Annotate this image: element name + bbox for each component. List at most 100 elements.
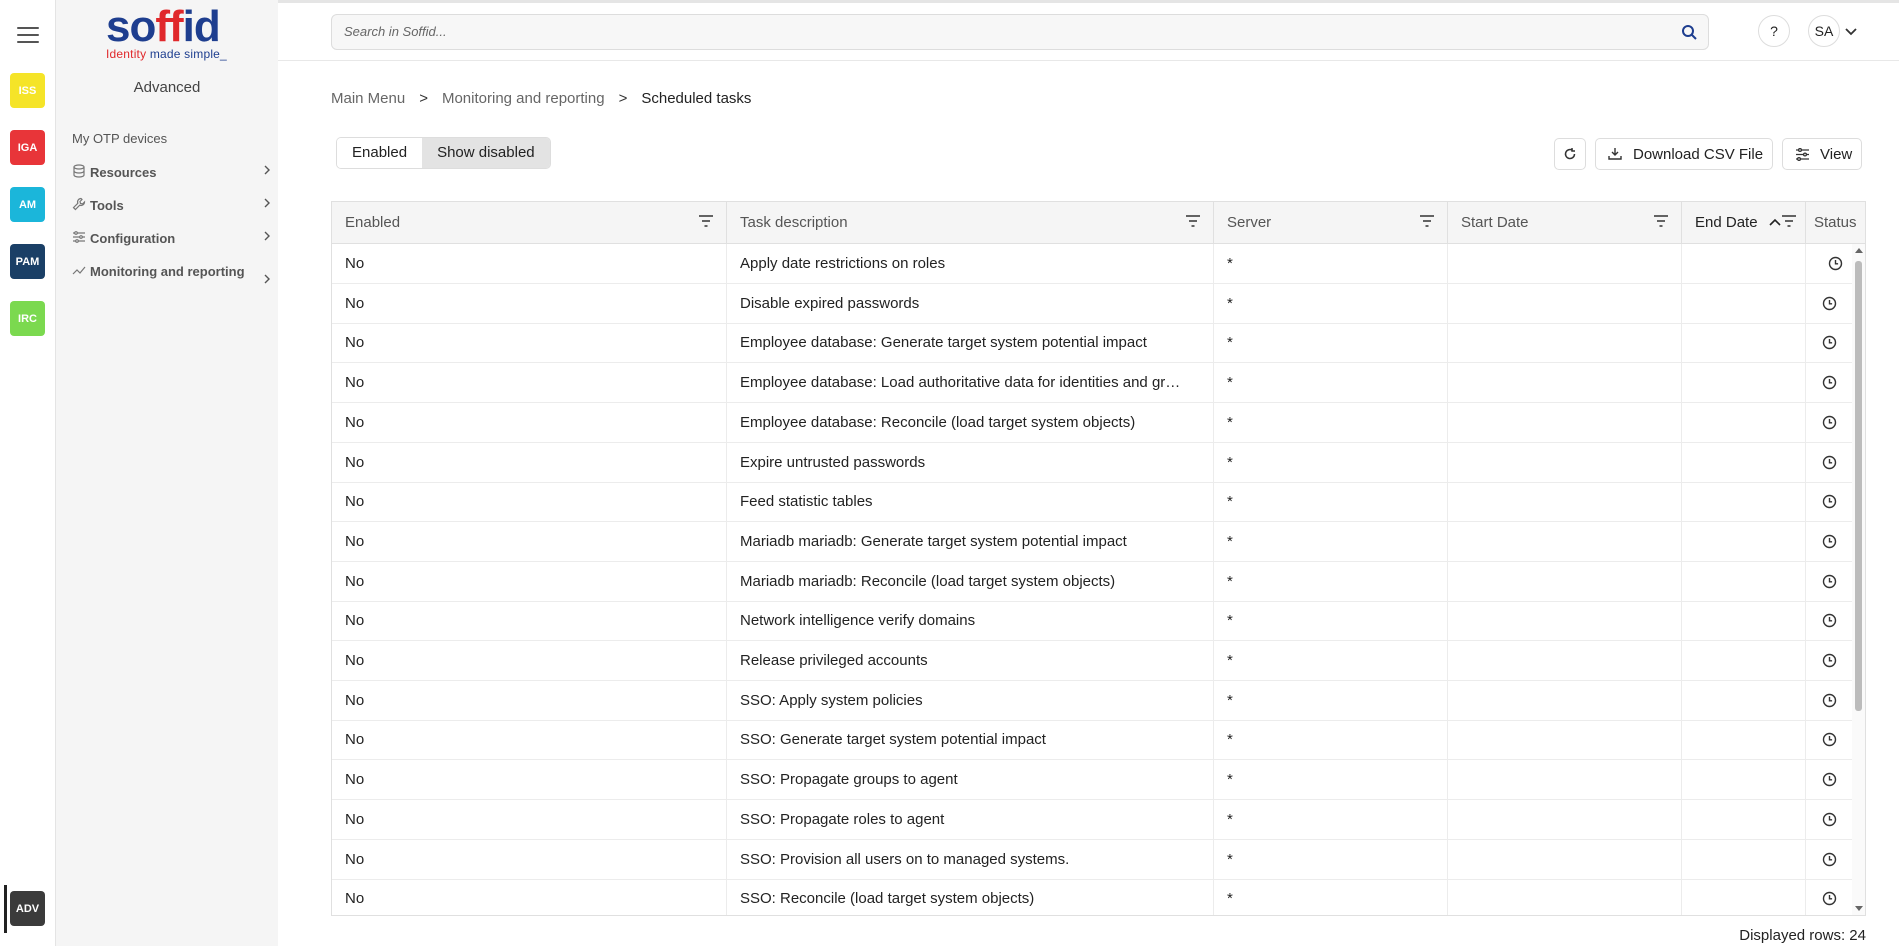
table-row[interactable]: No Feed statistic tables * (332, 482, 1854, 523)
menu-hamburger-icon[interactable] (17, 27, 39, 43)
chevron-right-icon (264, 231, 270, 241)
cell-server: * (1214, 680, 1448, 721)
grid-header: Enabled Task description Server Start Da… (332, 202, 1865, 244)
table-row[interactable]: No SSO: Propagate groups to agent * (332, 760, 1854, 801)
soffid-logo[interactable]: soffid Identity made simple_ (106, 5, 236, 65)
cell-start-date (1448, 283, 1682, 324)
sidebar-item-monitoring[interactable]: Monitoring and reporting (72, 262, 272, 286)
cell-status (1806, 244, 1854, 284)
cell-task-description: Employee database: Generate target syste… (727, 323, 1214, 364)
download-csv-button[interactable]: Download CSV File (1595, 138, 1773, 170)
cell-enabled: No (332, 363, 727, 404)
cell-end-date (1682, 482, 1806, 523)
column-header-start-date[interactable]: Start Date (1448, 202, 1682, 244)
cell-enabled: No (332, 601, 727, 642)
cell-start-date (1448, 601, 1682, 642)
enabled-toggle-button[interactable]: Enabled (337, 138, 423, 168)
app-tile-iss[interactable]: ISS (10, 73, 45, 108)
table-row[interactable]: No SSO: Provision all users on to managed… (332, 839, 1854, 880)
database-icon (73, 164, 85, 178)
scroll-down-arrow[interactable] (1855, 906, 1863, 911)
cell-server: * (1214, 482, 1448, 523)
column-header-server[interactable]: Server (1214, 202, 1448, 244)
cell-end-date (1682, 879, 1806, 915)
sidebar-item-tools[interactable]: Tools (72, 196, 272, 215)
column-header-end-date[interactable]: End Date (1682, 202, 1806, 244)
cell-end-date (1682, 839, 1806, 880)
column-header-task-description[interactable]: Task description (727, 202, 1214, 244)
table-row[interactable]: No Network intelligence verify domains * (332, 601, 1854, 642)
table-row[interactable]: No SSO: Reconcile (load target system obj… (332, 879, 1854, 915)
grid-vertical-scrollbar[interactable] (1852, 244, 1865, 915)
cell-server: * (1214, 760, 1448, 801)
clock-icon (1822, 336, 1837, 350)
sidebar-item-otp-devices[interactable]: My OTP devices (72, 131, 167, 146)
table-row[interactable]: No Employee database: Load authoritative … (332, 363, 1854, 404)
user-avatar[interactable]: SA (1808, 15, 1840, 47)
view-button[interactable]: View (1782, 138, 1862, 170)
breadcrumb: Main Menu > Monitoring and reporting > S… (331, 90, 751, 107)
scrollbar-thumb[interactable] (1855, 261, 1862, 711)
table-row[interactable]: No Release privileged accounts * (332, 641, 1854, 681)
table-row[interactable]: No Mariadb mariadb: Reconcile (load targe… (332, 561, 1854, 602)
table-row[interactable]: No SSO: Propagate roles to agent * (332, 799, 1854, 840)
app-tile-am[interactable]: AM (10, 187, 45, 222)
table-row[interactable]: No SSO: Generate target system potential … (332, 720, 1854, 761)
breadcrumb-monitoring[interactable]: Monitoring and reporting (442, 90, 605, 107)
sidebar-item-label: Configuration (90, 231, 176, 246)
chevron-right-icon (264, 198, 270, 208)
sidebar-item-configuration[interactable]: Configuration (72, 229, 272, 248)
filter-icon[interactable] (1653, 214, 1669, 228)
help-button[interactable]: ? (1758, 15, 1790, 47)
sliders-icon (1796, 147, 1809, 161)
filter-icon[interactable] (1419, 214, 1435, 228)
cell-status (1806, 522, 1854, 562)
table-row[interactable]: No Expire untrusted passwords * (332, 442, 1854, 483)
clock-icon (1822, 296, 1837, 310)
show-disabled-toggle-button[interactable]: Show disabled (422, 138, 550, 168)
cell-status (1806, 760, 1854, 800)
cell-task-description: SSO: Generate target system potential im… (727, 720, 1214, 761)
app-tile-pam[interactable]: PAM (10, 244, 45, 279)
cell-enabled: No (332, 680, 727, 721)
cell-status (1806, 443, 1854, 483)
filter-icon[interactable] (1781, 214, 1797, 228)
sort-ascending-icon[interactable] (1769, 218, 1781, 227)
chevron-down-icon[interactable] (1845, 27, 1857, 36)
cell-status (1806, 482, 1854, 522)
table-row[interactable]: No Employee database: Generate target sys… (332, 323, 1854, 364)
refresh-button[interactable] (1554, 138, 1586, 170)
cell-task-description: Disable expired passwords (727, 283, 1214, 324)
scroll-up-arrow[interactable] (1855, 248, 1863, 253)
table-row[interactable]: No Disable expired passwords * (332, 283, 1854, 324)
cell-status (1806, 403, 1854, 443)
cell-server: * (1214, 402, 1448, 443)
cell-server: * (1214, 561, 1448, 602)
filter-icon[interactable] (1185, 214, 1201, 228)
clock-icon (1822, 614, 1837, 628)
column-header-enabled[interactable]: Enabled (332, 202, 727, 244)
cell-start-date (1448, 482, 1682, 523)
app-tile-irc[interactable]: IRC (10, 301, 45, 336)
search-icon[interactable] (1681, 24, 1698, 41)
column-header-status[interactable]: Status (1806, 202, 1865, 244)
breadcrumb-separator: > (618, 90, 628, 107)
breadcrumb-main-menu[interactable]: Main Menu (331, 90, 405, 107)
table-row[interactable]: No Employee database: Reconcile (load tar… (332, 402, 1854, 443)
app-tile-iga[interactable]: IGA (10, 130, 45, 165)
table-row[interactable]: No Apply date restrictions on roles * (332, 244, 1854, 284)
filter-icon[interactable] (698, 214, 714, 228)
download-icon (1608, 148, 1622, 160)
sidebar-item-resources[interactable]: Resources (72, 163, 272, 182)
app-tile-adv[interactable]: ADV (10, 891, 45, 926)
cell-server: * (1214, 641, 1448, 681)
search-input[interactable] (344, 24, 1644, 39)
table-row[interactable]: No SSO: Apply system policies * (332, 680, 1854, 721)
table-row[interactable]: No Mariadb mariadb: Generate target syste… (332, 521, 1854, 562)
logo-tagline: Identity made simple_ (106, 47, 227, 61)
cell-server: * (1214, 283, 1448, 324)
cell-task-description: SSO: Reconcile (load target system objec… (727, 879, 1214, 915)
cell-end-date (1682, 641, 1806, 681)
cell-task-description: SSO: Apply system policies (727, 680, 1214, 721)
clock-icon (1822, 534, 1837, 549)
